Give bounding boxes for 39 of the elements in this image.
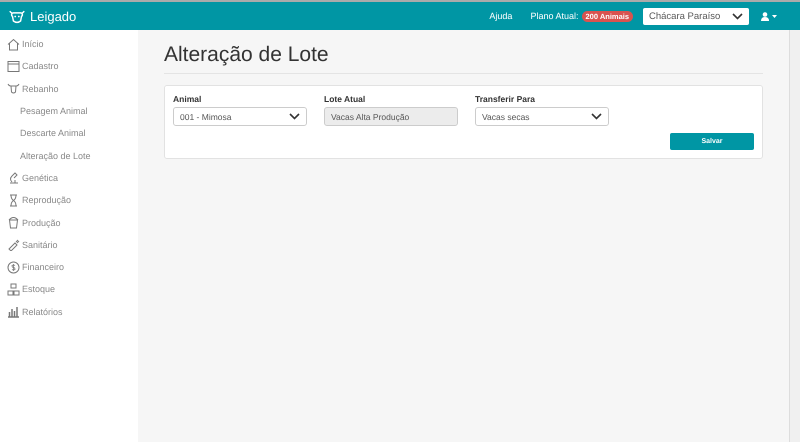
sidebar-item[interactable]: Reprodução [0, 189, 138, 212]
sidebar-item[interactable]: Produção [0, 211, 138, 234]
home-icon [7, 38, 20, 51]
syringe-icon [7, 238, 20, 252]
plan-label: Plano Atual: [530, 11, 578, 21]
sidebar-subitem[interactable]: Pesagem Animal [0, 100, 138, 122]
readonly-field: Vacas Alta Produção [324, 107, 458, 126]
bucket-icon [7, 216, 20, 230]
sidebar-item[interactable]: Início [0, 33, 138, 56]
sidebar-item[interactable]: Cadastro [0, 55, 138, 78]
user-menu-button[interactable] [761, 12, 778, 20]
sidebar-item[interactable]: Estoque [0, 278, 138, 301]
sidebar-item[interactable]: Financeiro [0, 256, 138, 278]
microscope-icon [7, 171, 20, 184]
window-icon [7, 60, 20, 73]
sidebar-item[interactable]: Relatórios [0, 300, 138, 323]
page-title: Alteração de Lote [164, 43, 763, 74]
farm-select[interactable]: Chácara Paraíso [643, 8, 749, 24]
chevron-down-icon [289, 113, 300, 120]
boxes-icon [7, 282, 20, 296]
sidebar-item[interactable]: Sanitário [0, 234, 138, 256]
sidebar-item[interactable]: Genética [0, 166, 138, 190]
sidebar-item[interactable]: Rebanho [0, 78, 138, 100]
app-title: Leigado [30, 8, 76, 24]
field-label: Lote Atual [324, 94, 366, 104]
select-field[interactable]: Vacas secas [475, 107, 609, 126]
help-link[interactable]: Ajuda [489, 11, 512, 21]
field-label: Animal [173, 94, 202, 104]
cow-icon [7, 82, 20, 96]
sidebar-subitem[interactable]: Descarte Animal [0, 122, 138, 144]
dollar-icon [7, 260, 20, 274]
select-field[interactable]: 001 - Mimosa [173, 107, 307, 126]
chevron-down-icon [732, 12, 743, 20]
field-label: Transferir Para [475, 94, 536, 104]
bar-chart-icon [7, 305, 20, 318]
cow-logo-icon [8, 8, 26, 24]
chevron-down-icon [591, 113, 602, 120]
hourglass-icon [7, 194, 20, 207]
sidebar-subitem[interactable]: Alteração de Lote [0, 144, 138, 167]
